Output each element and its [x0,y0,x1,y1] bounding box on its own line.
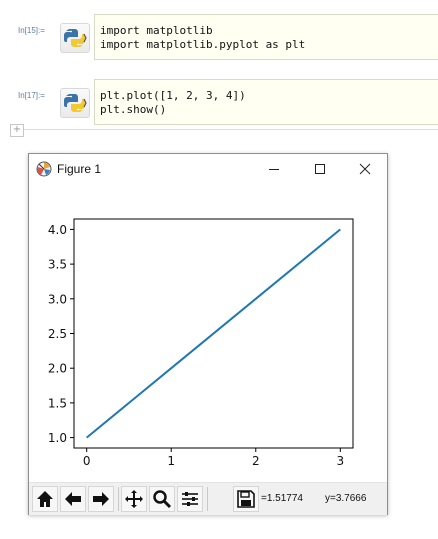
minimize-button[interactable] [251,154,297,184]
forward-arrow-icon [93,492,109,506]
toolbar-separator [207,487,208,511]
notebook-cell[interactable]: In[17]:= plt.plot([1, 2, 3, 4]) plt.show… [0,79,438,125]
python-logo-icon[interactable] [60,23,90,53]
matplotlib-figure-icon [36,161,52,182]
code-line: import matplotlib.pyplot as plt [100,38,306,51]
series-line [86,228,341,439]
y-tick-label: 1.0 [48,431,67,445]
y-tick-label: 3.0 [48,292,67,306]
home-icon [37,491,53,507]
x-tick-label: 2 [252,454,260,468]
plot-canvas[interactable]: 0 1 2 3 1.0 1.5 2.0 2.5 3.0 3.5 4.0 [29,184,387,482]
y-tick-label: 2.0 [48,362,67,376]
close-icon [359,163,371,175]
configure-subplots-icon [182,492,198,506]
maximize-button[interactable] [297,154,343,184]
navigation-toolbar: =1.51774 y=3.7666 [29,482,387,515]
toolbar-separator [118,487,119,511]
x-tick-label: 3 [336,454,344,468]
cell-prompt-label: In[15]:= [18,26,45,35]
close-button[interactable] [342,154,388,184]
figure-window[interactable]: Figure 1 0 1 2 3 1.0 1.5 2.0 2.5 3.0 3.5 4.0 [28,153,388,515]
cell-prompt-label: In[17]:= [18,91,45,100]
zoom-button[interactable] [149,486,175,512]
save-button[interactable] [233,486,259,512]
x-tick-label: 0 [83,454,91,468]
window-titlebar[interactable]: Figure 1 [29,154,387,184]
y-tick-label: 2.5 [48,327,67,341]
y-tick-label: 3.5 [48,258,67,272]
forward-button[interactable] [88,486,114,512]
back-button[interactable] [60,486,86,512]
y-coordinate-readout: y=3.7666 [325,493,367,504]
save-icon [237,490,255,508]
code-input[interactable]: import matplotlib import matplotlib.pypl… [94,14,438,60]
minimize-icon [269,169,279,170]
pan-icon [125,490,143,508]
code-line: plt.show() [100,103,167,116]
configure-subplots-button[interactable] [177,486,203,512]
code-line: plt.plot([1, 2, 3, 4]) [100,89,246,102]
cell-divider [10,129,438,130]
home-button[interactable] [32,486,58,512]
pan-button[interactable] [121,486,147,512]
add-cell-button[interactable]: + [10,124,24,137]
back-arrow-icon [65,492,81,506]
y-tick-label: 4.0 [48,223,67,237]
x-coordinate-readout: =1.51774 [261,493,303,504]
x-tick-label: 1 [167,454,175,468]
maximize-icon [315,164,325,174]
y-tick-label: 1.5 [48,396,67,410]
notebook-cell[interactable]: In[15]:= import matplotlib import matplo… [0,14,438,60]
zoom-icon [153,490,172,509]
code-line: import matplotlib [100,24,213,37]
axis-ticks: 0 1 2 3 1.0 1.5 2.0 2.5 3.0 3.5 4.0 [48,223,344,468]
python-logo-icon[interactable] [60,88,90,118]
code-input[interactable]: plt.plot([1, 2, 3, 4]) plt.show() [94,79,438,125]
window-title: Figure 1 [57,162,102,176]
